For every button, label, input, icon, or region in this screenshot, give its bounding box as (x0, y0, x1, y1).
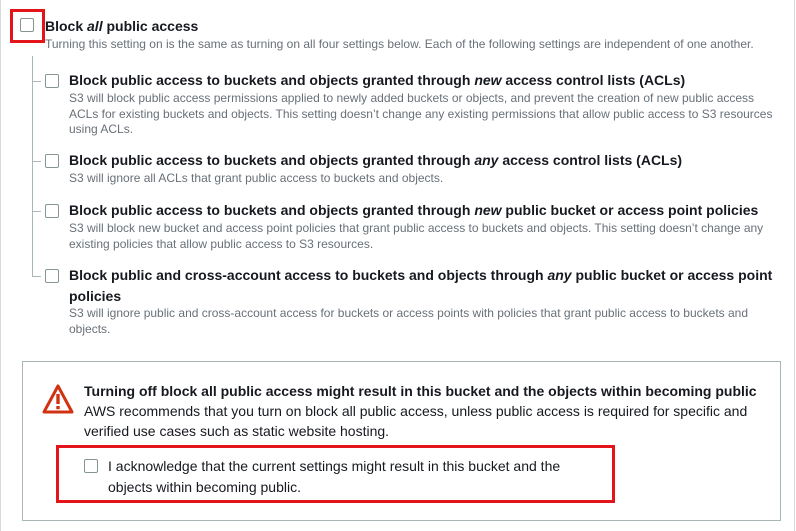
any-acls-description: S3 will ignore all ACLs that grant publi… (69, 171, 444, 185)
warning-title: Turning off block all public access migh… (84, 383, 757, 399)
new-acls-description: S3 will block public access permissions … (69, 91, 773, 136)
tree-branch (32, 161, 41, 162)
tree-branch (32, 211, 41, 212)
block-all-description: Turning this setting on is the same as t… (45, 37, 754, 51)
tree-line (32, 56, 33, 276)
any-policies-description: S3 will ignore public and cross-account … (69, 306, 749, 336)
any-acls-checkbox[interactable] (45, 154, 59, 168)
any-policies-checkbox[interactable] (45, 269, 59, 283)
tree-branch (32, 81, 41, 82)
new-acls-title: Block public access to buckets and objec… (69, 72, 686, 88)
new-policies-description: S3 will block new bucket and access poin… (69, 221, 764, 251)
any-policies-title: Block public and cross-account access to… (69, 267, 773, 304)
warning-icon (42, 384, 74, 414)
tree-branch (32, 276, 41, 277)
warning-text: AWS recommends that you turn on block al… (84, 403, 748, 439)
new-policies-checkbox[interactable] (45, 204, 59, 218)
new-acls-checkbox[interactable] (45, 74, 59, 88)
any-acls-title: Block public access to buckets and objec… (69, 152, 683, 168)
acknowledge-checkbox[interactable] (84, 459, 98, 473)
acknowledge-label[interactable]: I acknowledge that the current settings … (108, 456, 598, 498)
new-policies-title: Block public access to buckets and objec… (69, 202, 759, 218)
block-all-title: Block all public access (45, 18, 199, 34)
block-all-checkbox[interactable] (20, 18, 34, 32)
